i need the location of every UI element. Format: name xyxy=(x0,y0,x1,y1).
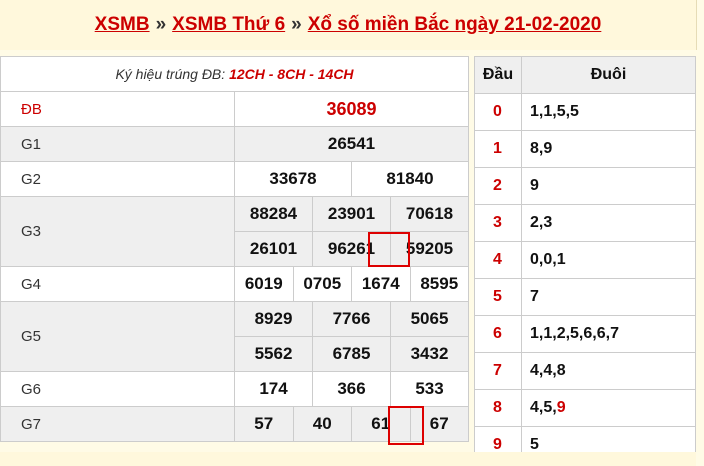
duoi-cell: 8,9 xyxy=(521,130,696,168)
prize-number: 26101 xyxy=(249,239,298,258)
prize-label-g6: G6 xyxy=(0,371,235,407)
dau-duoi-row: 57 xyxy=(474,278,696,316)
prize-number: 174 xyxy=(259,379,288,398)
prize-number: 0705 xyxy=(292,267,352,301)
dau-cell: 7 xyxy=(474,352,522,390)
kyhieu-label: Ký hiệu trúng ĐB: xyxy=(115,66,226,82)
dau-duoi-table: Đầu Đuôi 0 1,1,5,5 1 8,9 29 3 2,3 4 0,0,1 57… xyxy=(474,56,696,464)
prize-label-g2: G2 xyxy=(0,161,235,197)
prize-row-g5: G5 8929 7766 5065 5562 6785 3432 xyxy=(0,301,469,372)
breadcrumb-separator: » xyxy=(155,14,167,35)
breadcrumb-separator: » xyxy=(291,14,302,35)
dau-duoi-row: 3 2,3 xyxy=(474,204,696,242)
prize-numbers-g4: 6019 0705 1674 8595 xyxy=(234,266,469,302)
prize-number-highlighted: 96261 xyxy=(312,232,410,267)
prize-label-g3: G3 xyxy=(0,196,235,267)
prize-row-g6: G6 174 366 533 xyxy=(0,371,469,407)
prize-number: 6019 xyxy=(244,274,283,293)
breadcrumb-xsmb-thu6-link[interactable]: XSMB Thứ 6 xyxy=(172,14,285,36)
prize-number: 67 xyxy=(409,407,469,441)
breadcrumb-xsmb-link[interactable]: XSMB xyxy=(95,14,150,36)
dau-cell: 1 xyxy=(474,130,522,168)
prize-number: 6785 xyxy=(312,337,390,371)
prize-number: 23901 xyxy=(312,197,390,231)
prize-number: 33678 xyxy=(269,169,317,188)
duoi-cell: 4,5,9 xyxy=(521,389,696,427)
duoi-cell: 1,1,2,5,6,6,7 xyxy=(521,315,696,353)
duoi-text: 4,5, xyxy=(530,399,557,416)
dau-duoi-row: 0 1,1,5,5 xyxy=(474,93,696,131)
prize-number: 70618 xyxy=(390,197,468,231)
duoi-highlight: 9 xyxy=(556,399,566,416)
dau-cell: 8 xyxy=(474,389,522,427)
dau-cell: 0 xyxy=(474,93,522,131)
prize-number: 1674 xyxy=(351,267,410,301)
prize-number: 59205 xyxy=(390,232,468,266)
dau-cell: 6 xyxy=(474,315,522,353)
prize-numbers-g5: 8929 7766 5065 5562 6785 3432 xyxy=(234,301,469,372)
dau-cell: 4 xyxy=(474,241,522,279)
prize-number: 533 xyxy=(390,372,468,406)
dau-header: Đầu xyxy=(474,56,522,94)
prize-number: 5562 xyxy=(254,344,293,363)
prize-number-g1: 26541 xyxy=(234,126,469,162)
dau-duoi-row: 1 8,9 xyxy=(474,130,696,168)
prize-row-db: ĐB 36089 xyxy=(0,91,469,127)
dau-duoi-row: 7 4,4,8 xyxy=(474,352,696,390)
prize-number: 81840 xyxy=(351,162,468,196)
prize-row-g4: G4 6019 0705 1674 8595 xyxy=(0,266,469,302)
prize-number-highlighted: 61 xyxy=(351,406,424,445)
footer-strip xyxy=(0,452,696,466)
prize-label-db: ĐB xyxy=(0,91,235,127)
prize-label-g1: G1 xyxy=(0,126,235,162)
prize-label-g4: G4 xyxy=(0,266,235,302)
prize-label-g5: G5 xyxy=(0,301,235,372)
prize-number: 7766 xyxy=(312,302,390,336)
prize-numbers-g2: 33678 81840 xyxy=(234,161,469,197)
dau-cell: 3 xyxy=(474,204,522,242)
prize-numbers-g7: 57 40 61 67 xyxy=(234,406,469,445)
dau-duoi-row: 8 4,5,9 xyxy=(474,389,696,427)
dau-duoi-row: 6 1,1,2,5,6,6,7 xyxy=(474,315,696,353)
dau-cell: 2 xyxy=(474,167,522,205)
breadcrumb: XSMB » XSMB Thứ 6 » Xổ số miền Bắc ngày … xyxy=(0,0,697,50)
dau-cell: 5 xyxy=(474,278,522,316)
prize-number-db: 36089 xyxy=(234,91,469,127)
prize-number: 88284 xyxy=(249,204,298,223)
prize-row-g3: G3 88284 23901 70618 26101 96261 59205 xyxy=(0,196,469,267)
dau-duoi-row: 29 xyxy=(474,167,696,205)
duoi-cell: 0,0,1 xyxy=(521,241,696,279)
duoi-cell: 1,1,5,5 xyxy=(521,93,696,131)
prize-number: 8929 xyxy=(254,309,293,328)
prize-number: 40 xyxy=(292,407,352,441)
duoi-cell: 9 xyxy=(521,167,696,205)
kyhieu-value: 12CH - 8CH - 14CH xyxy=(229,66,354,82)
breadcrumb-page-title-link[interactable]: Xổ số miền Bắc ngày 21-02-2020 xyxy=(308,14,602,36)
kyhieu-cell: Ký hiệu trúng ĐB: 12CH - 8CH - 14CH xyxy=(0,56,469,92)
prize-row-g2: G2 33678 81840 xyxy=(0,161,469,197)
prize-number: 8595 xyxy=(409,267,469,301)
dau-duoi-header: Đầu Đuôi xyxy=(474,56,696,94)
prize-number: 366 xyxy=(312,372,390,406)
prize-number: 3432 xyxy=(390,337,468,371)
kyhieu-row: Ký hiệu trúng ĐB: 12CH - 8CH - 14CH xyxy=(0,56,469,92)
duoi-cell: 4,4,8 xyxy=(521,352,696,390)
prize-row-g7: G7 57 40 61 67 xyxy=(0,406,469,445)
prize-numbers-g3: 88284 23901 70618 26101 96261 59205 xyxy=(234,196,469,267)
dau-duoi-row: 4 0,0,1 xyxy=(474,241,696,279)
prize-number-text: 61 xyxy=(371,414,391,433)
prize-label-g7: G7 xyxy=(0,406,235,442)
results-table: Ký hiệu trúng ĐB: 12CH - 8CH - 14CH ĐB 3… xyxy=(0,56,469,445)
prize-row-g1: G1 26541 xyxy=(0,126,469,162)
prize-number-text: 96261 xyxy=(327,239,376,258)
prize-numbers-g6: 174 366 533 xyxy=(234,371,469,407)
prize-number: 57 xyxy=(254,414,274,433)
duoi-header: Đuôi xyxy=(521,56,696,94)
prize-number: 5065 xyxy=(390,302,468,336)
duoi-cell: 2,3 xyxy=(521,204,696,242)
duoi-cell: 7 xyxy=(521,278,696,316)
